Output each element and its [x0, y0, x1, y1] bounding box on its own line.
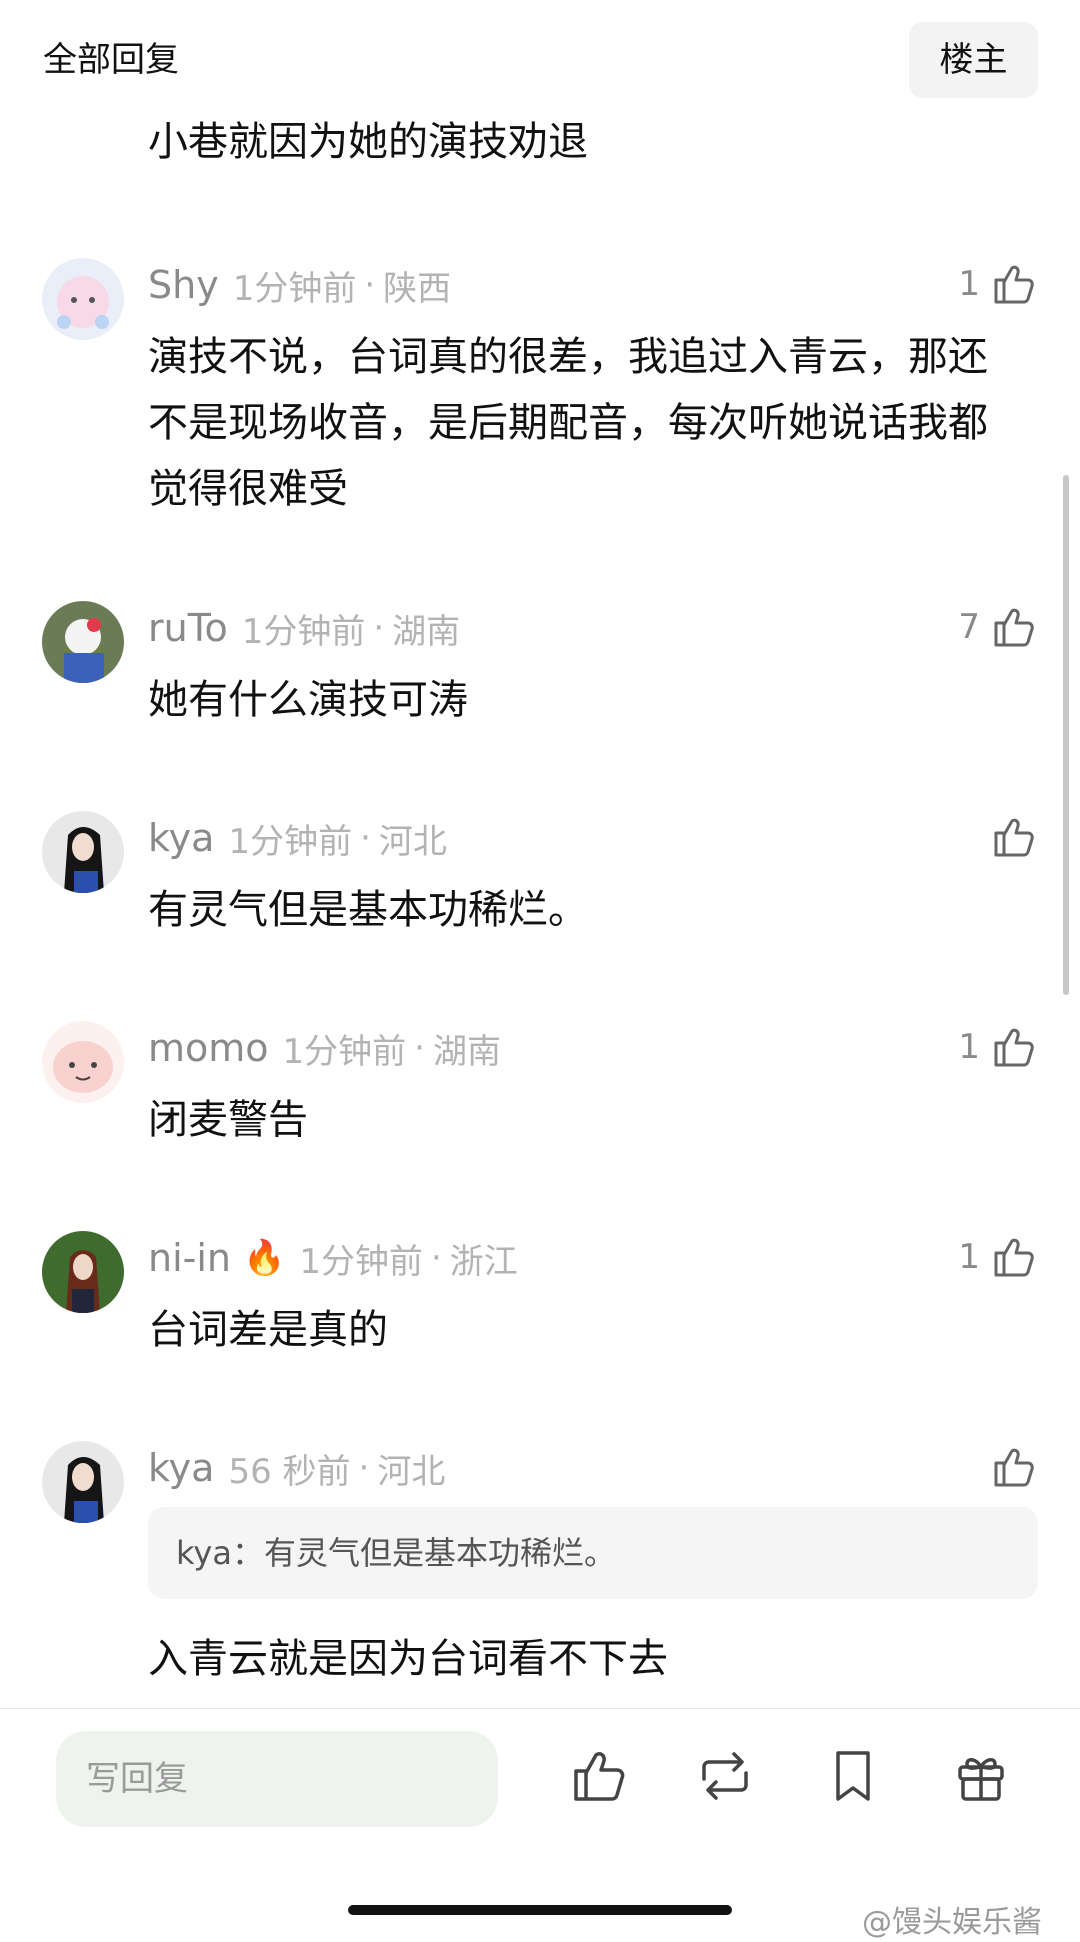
- username[interactable]: kya: [148, 816, 214, 860]
- thumbs-up-icon: [994, 818, 1034, 857]
- avatar[interactable]: [42, 258, 124, 340]
- separator-dot: ·: [364, 265, 376, 305]
- comment-meta: momo 1分钟前 · 湖南: [148, 1025, 501, 1072]
- location: 湖南: [432, 1031, 501, 1072]
- username[interactable]: ruTo: [148, 606, 228, 650]
- separator-dot: ·: [358, 1448, 370, 1488]
- separator-dot: ·: [360, 818, 371, 858]
- op-filter-button[interactable]: 楼主: [909, 22, 1038, 98]
- separator-dot: ·: [430, 1238, 442, 1278]
- timestamp: 1分钟前: [241, 611, 366, 652]
- location: 河北: [377, 1451, 446, 1492]
- comment-text: 台词差是真的: [148, 1307, 388, 1353]
- like-button[interactable]: 1: [958, 256, 1038, 312]
- like-button[interactable]: 1: [958, 1229, 1038, 1285]
- like-count: 1: [958, 1237, 980, 1277]
- thumbs-up-icon: [994, 1448, 1034, 1487]
- comment-text: 有灵气但是基本功稀烂。: [148, 887, 588, 933]
- separator-dot: ·: [373, 608, 385, 648]
- bookmark-icon[interactable]: [822, 1745, 884, 1807]
- thumbs-up-icon: [994, 1238, 1034, 1277]
- thumbs-up-icon: [994, 608, 1034, 647]
- separator-dot: ·: [414, 1028, 425, 1068]
- comment-text: 演技不说，台词真的很差，我追过入青云，那还不是现场收音，是后期配音，每次听她说话…: [148, 334, 988, 512]
- thumbs-up-icon: [994, 265, 1034, 304]
- timestamp: 56 秒前: [228, 1451, 351, 1492]
- location: 浙江: [449, 1241, 518, 1282]
- home-indicator[interactable]: [348, 1905, 732, 1915]
- comment-meta: kya 56 秒前 · 河北: [148, 1445, 446, 1492]
- comment-text: 闭麦警告: [148, 1097, 308, 1143]
- like-button[interactable]: [980, 809, 1038, 865]
- lighter-badge-icon: 🔥: [243, 1238, 286, 1278]
- gift-icon[interactable]: [950, 1745, 1012, 1807]
- like-button[interactable]: [980, 1439, 1038, 1495]
- like-button[interactable]: 1: [958, 1019, 1038, 1075]
- watermark: @馒头娱乐酱: [862, 1905, 1042, 1940]
- avatar[interactable]: [42, 601, 124, 683]
- comment-meta: ni-in 🔥 1分钟前 · 浙江: [148, 1235, 518, 1282]
- username[interactable]: ni-in: [148, 1236, 231, 1280]
- avatar[interactable]: [42, 1021, 124, 1103]
- location: 河北: [378, 821, 447, 862]
- location: 陕西: [383, 268, 452, 309]
- timestamp: 1分钟前: [228, 821, 353, 862]
- quoted-comment[interactable]: kya：有灵气但是基本功稀烂。: [148, 1507, 1038, 1599]
- repost-icon[interactable]: [694, 1745, 756, 1807]
- like-count: 1: [958, 1027, 980, 1067]
- comment-meta: ruTo 1分钟前 · 湖南: [148, 605, 461, 652]
- avatar[interactable]: [42, 811, 124, 893]
- avatar[interactable]: [42, 1231, 124, 1313]
- timestamp: 1分钟前: [232, 268, 357, 309]
- username[interactable]: momo: [148, 1026, 269, 1070]
- timestamp: 1分钟前: [299, 1241, 423, 1282]
- header: 全部回复 楼主: [0, 0, 1080, 120]
- comment-meta: Shy 1分钟前 · 陕西: [148, 262, 452, 309]
- thumbs-up-icon: [994, 1028, 1034, 1067]
- timestamp: 1分钟前: [282, 1031, 407, 1072]
- scrollbar[interactable]: [1063, 475, 1069, 995]
- username[interactable]: Shy: [148, 263, 219, 307]
- comment-text: 她有什么演技可涛: [148, 677, 468, 723]
- like-icon[interactable]: [568, 1745, 630, 1807]
- like-count: 7: [958, 607, 980, 647]
- location: 湖南: [392, 611, 461, 652]
- comment-text: 小巷就因为她的演技劝退: [148, 119, 588, 165]
- username[interactable]: kya: [148, 1446, 214, 1490]
- reply-input[interactable]: 写回复: [56, 1731, 498, 1827]
- page-title: 全部回复: [43, 40, 179, 80]
- comment-meta: kya 1分钟前 · 河北: [148, 815, 447, 862]
- avatar[interactable]: [42, 1441, 124, 1523]
- comment-text: 入青云就是因为台词看不下去: [148, 1636, 668, 1682]
- like-count: 1: [958, 264, 980, 304]
- like-button[interactable]: 7: [958, 599, 1038, 655]
- bottom-action-bar: 写回复 @馒头娱乐酱: [0, 1708, 1080, 1942]
